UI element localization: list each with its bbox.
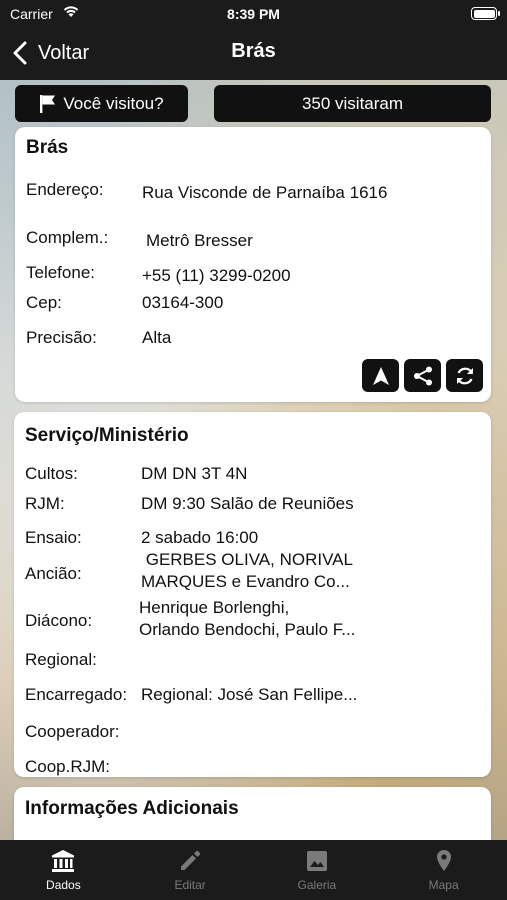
encarregado-value: Regional: José San Fellipe...	[141, 685, 358, 704]
cep-label: Cep:	[26, 293, 62, 312]
phone-label: Telefone:	[26, 263, 95, 282]
visited-label: Você visitou?	[63, 93, 164, 113]
address-actions	[362, 359, 483, 392]
anciao-value-line2: MARQUES e Evandro Co...	[141, 572, 350, 591]
phone-value[interactable]: +55 (11) 3299-0200	[142, 265, 291, 287]
visit-count-label: 350 visitaram	[301, 93, 404, 113]
tab-mapa[interactable]: Mapa	[380, 840, 507, 900]
cultos-label: Cultos:	[25, 464, 78, 483]
tab-galeria-label: Galeria	[297, 878, 337, 892]
anciao-value-line1: GERBES OLIVA, NORIVAL	[141, 550, 353, 569]
rjm-label: RJM:	[25, 494, 65, 513]
bank-icon	[52, 850, 75, 872]
page-title: Brás	[231, 40, 276, 62]
cep-value: 03164-300	[142, 293, 224, 312]
map-pin-icon	[436, 850, 451, 871]
anciao-label: Ancião:	[25, 564, 82, 583]
tab-mapa-label: Mapa	[428, 878, 459, 892]
image-icon	[306, 851, 327, 871]
pencil-icon	[181, 850, 201, 870]
tab-galeria[interactable]: Galeria	[254, 840, 381, 900]
cultos-value: DM DN 3T 4N	[141, 464, 248, 483]
encarregado-label: Encarregado:	[25, 685, 128, 704]
precision-value: Alta	[142, 328, 172, 347]
sync-button[interactable]	[446, 359, 483, 392]
diacono-value-line1: Henrique Borlenghi,	[139, 598, 290, 617]
sync-icon	[456, 367, 473, 384]
regional-label: Regional:	[25, 650, 97, 669]
share-button[interactable]	[404, 359, 441, 392]
clock: 8:39 PM	[227, 6, 280, 22]
complement-label: Complem.:	[26, 228, 109, 247]
tab-dados[interactable]: Dados	[0, 840, 127, 900]
top-bar: Carrier 8:39 PM Voltar Brás	[0, 0, 507, 80]
diacono-label: Diácono:	[25, 611, 93, 630]
tab-editar[interactable]: Editar	[127, 840, 254, 900]
visited-button[interactable]: Você visitou?	[15, 85, 188, 122]
status-bar: Carrier 8:39 PM	[0, 0, 507, 28]
address-card-title: Brás	[26, 137, 69, 158]
address-value: Rua Visconde de Parnaíba 1616	[142, 183, 388, 202]
battery-icon	[471, 7, 500, 20]
flag-icon	[40, 94, 56, 113]
ensaio-value: 2 sabado 16:00	[141, 528, 259, 547]
visit-count-button[interactable]: 350 visitaram	[214, 85, 491, 122]
coop-rjm-label: Coop.RJM:	[25, 757, 111, 776]
share-icon	[413, 366, 432, 385]
address-label: Endereço:	[26, 180, 104, 199]
tab-dados-label: Dados	[46, 878, 81, 892]
navigate-button[interactable]	[362, 359, 399, 392]
navigation-arrow-icon	[372, 366, 389, 385]
precision-label: Precisão:	[26, 328, 97, 347]
address-card: Brás Endereço: Rua Visconde de Parnaíba …	[15, 127, 491, 402]
tab-editar-label: Editar	[174, 878, 206, 892]
complement-value: Metrô Bresser	[146, 231, 253, 250]
tab-bar: Dados Editar Galeria Mapa	[0, 840, 507, 900]
ensaio-label: Ensaio:	[25, 528, 82, 547]
service-card: Serviço/Ministério Cultos: DM DN 3T 4N R…	[14, 412, 491, 777]
additional-info-title: Informações Adicionais	[25, 798, 239, 819]
service-card-title: Serviço/Ministério	[25, 425, 189, 446]
diacono-value-line2: Orlando Bendochi, Paulo F...	[139, 620, 356, 639]
rjm-value: DM 9:30 Salão de Reuniões	[141, 494, 354, 513]
cooperador-label: Cooperador:	[25, 722, 120, 741]
